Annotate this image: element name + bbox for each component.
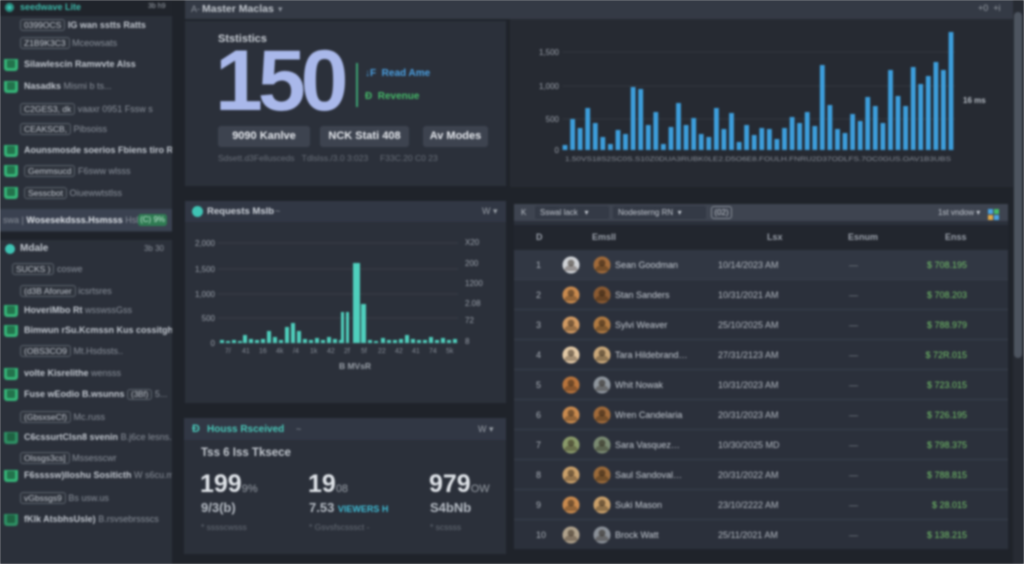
svg-text:2.08: 2.08 <box>465 299 481 308</box>
svg-text:500: 500 <box>202 314 216 323</box>
svg-text:500: 500 <box>546 115 560 124</box>
svg-text:/4: /4 <box>293 348 299 355</box>
svg-text:1,000: 1,000 <box>195 290 216 299</box>
svg-text:1200: 1200 <box>465 279 483 288</box>
svg-text:8: 8 <box>465 337 470 346</box>
svg-text:41: 41 <box>412 348 420 355</box>
svg-text:5k: 5k <box>446 348 454 355</box>
svg-text:B MVsR: B MVsR <box>339 361 371 371</box>
svg-text:1.50VS18S2SC0S.S10Z0DUA3RUBK0L: 1.50VS18S2SC0S.S10Z0DUA3RUBK0LE2.D5O6E8.… <box>565 156 952 163</box>
svg-text:0: 0 <box>211 339 216 348</box>
svg-text:7/: 7/ <box>225 348 231 355</box>
svg-text:41: 41 <box>242 348 250 355</box>
svg-text:1,500: 1,500 <box>539 48 560 57</box>
svg-text:1k: 1k <box>310 348 318 355</box>
svg-text:42: 42 <box>327 348 335 355</box>
svg-text:16: 16 <box>259 348 267 355</box>
svg-text:X20: X20 <box>465 238 480 247</box>
svg-text:1,000: 1,000 <box>539 82 560 91</box>
svg-text:2,000: 2,000 <box>195 239 216 248</box>
svg-text:42: 42 <box>395 348 403 355</box>
svg-text:72: 72 <box>465 316 474 325</box>
svg-text:5f: 5f <box>361 348 367 355</box>
svg-text:1,500: 1,500 <box>195 265 216 274</box>
svg-text:2f: 2f <box>344 348 350 355</box>
svg-text:200: 200 <box>465 259 479 268</box>
svg-text:4k: 4k <box>276 348 284 355</box>
svg-text:22: 22 <box>378 348 386 355</box>
svg-text:0: 0 <box>555 146 560 155</box>
svg-text:74: 74 <box>429 348 437 355</box>
